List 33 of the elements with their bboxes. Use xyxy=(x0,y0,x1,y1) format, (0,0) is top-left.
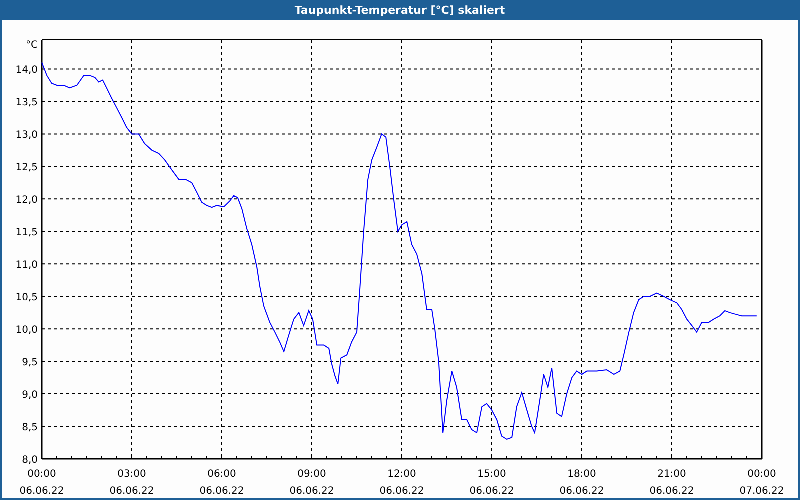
y-tick-label: 10,5 xyxy=(16,292,38,304)
x-tick-label: 18:00 xyxy=(568,469,596,480)
x-tick-date: 06.06.22 xyxy=(650,486,694,497)
x-tick-date: 06.06.22 xyxy=(380,486,424,497)
x-tick-date: 06.06.22 xyxy=(470,486,514,497)
x-tick-date: 06.06.22 xyxy=(110,486,154,497)
x-tick-label: 15:00 xyxy=(478,469,506,480)
y-tick-label: 8,5 xyxy=(22,422,38,434)
x-tick-date: 07.06.22 xyxy=(740,486,784,497)
window-title: Taupunkt-Temperatur [°C] skaliert xyxy=(294,4,506,16)
y-tick-label: 13,0 xyxy=(16,130,38,142)
y-tick-label: 12,0 xyxy=(16,195,38,206)
y-tick-label: 11,0 xyxy=(16,260,38,272)
y-tick-label: 12,5 xyxy=(16,162,38,174)
y-tick-label: 14,0 xyxy=(16,65,38,76)
y-tick-label: 8,0 xyxy=(22,455,38,466)
y-tick-label: 11,5 xyxy=(16,228,38,239)
x-tick-date: 06.06.22 xyxy=(200,486,244,497)
x-tick-label: 00:00 xyxy=(748,469,776,480)
y-tick-label: 13,5 xyxy=(16,98,38,109)
x-tick-label: 00:00 xyxy=(28,469,56,480)
axis-unit-label: °C xyxy=(26,40,38,51)
y-tick-label: 9,5 xyxy=(22,358,38,369)
x-tick-date: 06.06.22 xyxy=(290,486,334,497)
y-tick-label: 10,0 xyxy=(16,325,38,336)
x-tick-label: 12:00 xyxy=(388,469,416,480)
y-tick-label: 9,0 xyxy=(22,390,38,402)
x-tick-label: 03:00 xyxy=(118,469,146,480)
x-tick-label: 09:00 xyxy=(298,469,326,480)
x-tick-label: 06:00 xyxy=(208,469,236,480)
x-tick-date: 06.06.22 xyxy=(20,486,64,497)
x-tick-label: 21:00 xyxy=(658,469,686,480)
x-tick-date: 06.06.22 xyxy=(560,486,604,497)
